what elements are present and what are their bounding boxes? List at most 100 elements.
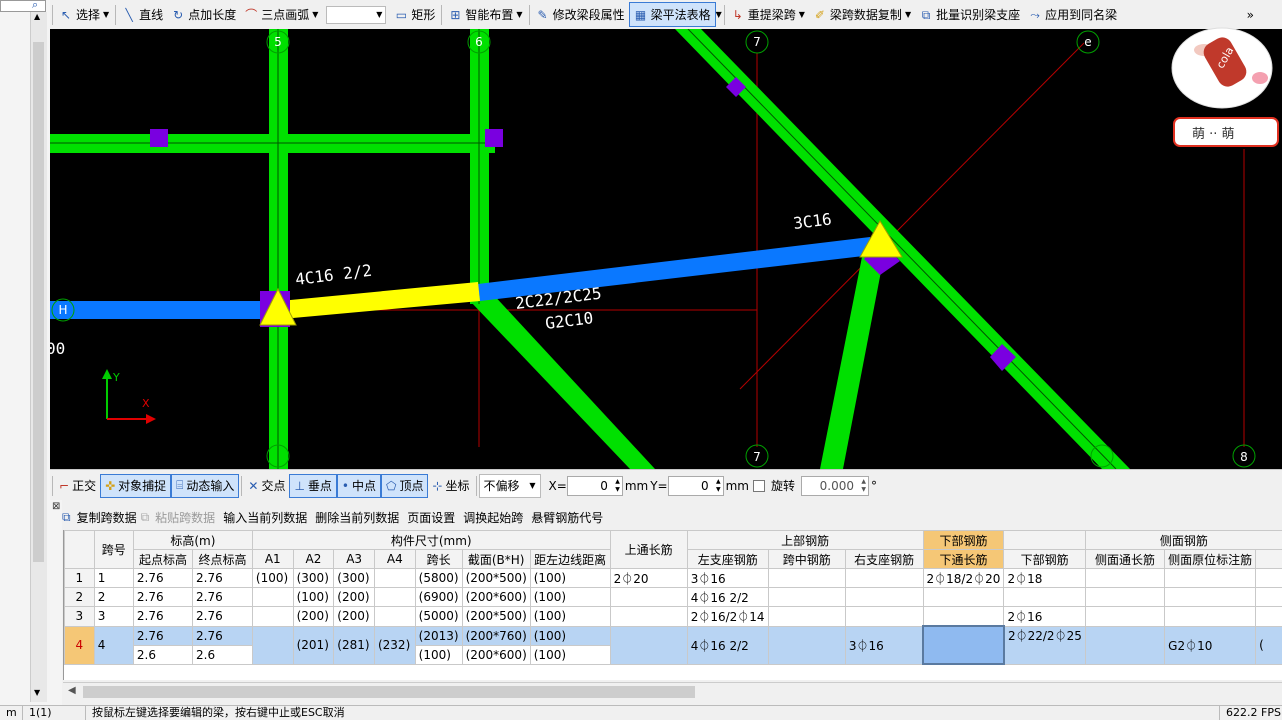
drawing-canvas[interactable]: 5 6 7 e H 7 8 3C16 4C16 2/2 2C22/2C25 G2… bbox=[50, 29, 1282, 469]
hscroll-thumb[interactable] bbox=[83, 686, 695, 698]
cell-section[interactable]: (200*500) bbox=[462, 569, 530, 588]
cell-span-length[interactable]: (2013) bbox=[415, 626, 462, 645]
cell-bottom-through[interactable] bbox=[923, 588, 1004, 607]
cell-bottom-through[interactable]: 2⏀18/2⏀20 bbox=[923, 569, 1004, 588]
intersection-snap[interactable]: ✕交点 bbox=[244, 475, 289, 497]
row-number[interactable]: 2 bbox=[65, 588, 95, 607]
cell-end-elev[interactable]: 2.76 bbox=[193, 588, 253, 607]
cell-span-length[interactable]: (6900) bbox=[415, 588, 462, 607]
cell-bottom[interactable] bbox=[1004, 588, 1085, 607]
cell-right-support[interactable] bbox=[845, 607, 923, 627]
cell-a1[interactable] bbox=[252, 607, 293, 627]
smart-layout-button[interactable]: ⊞智能布置▼ bbox=[444, 3, 526, 26]
swap-start-span-button[interactable]: 调换起始跨 bbox=[459, 509, 527, 526]
cell-start-elev[interactable]: 2.76 bbox=[133, 588, 192, 607]
col-left-distance[interactable]: 距左边线距离 bbox=[530, 550, 610, 569]
col-a3[interactable]: A3 bbox=[334, 550, 375, 569]
point-length-button[interactable]: ↻点加长度 bbox=[167, 3, 240, 26]
dropdown-arrow-icon[interactable]: ▼ bbox=[376, 10, 382, 19]
rotate-input[interactable]: 0.000 bbox=[801, 476, 869, 496]
cell-a4[interactable] bbox=[374, 569, 415, 588]
col-left-support[interactable]: 左支座钢筋 bbox=[687, 550, 768, 569]
header-span[interactable]: 跨号 bbox=[94, 531, 133, 569]
page-setup-button[interactable]: 页面设置 bbox=[403, 509, 459, 526]
cell-a4[interactable] bbox=[374, 607, 415, 627]
cell-end-elev[interactable]: 2.6 bbox=[193, 645, 253, 664]
cell-section[interactable]: (200*500) bbox=[462, 607, 530, 627]
cell-mid-span[interactable] bbox=[768, 569, 845, 588]
cell-a1[interactable] bbox=[252, 626, 293, 664]
col-side-in-situ[interactable]: 侧面原位标注筋 bbox=[1165, 550, 1256, 569]
dynamic-input-toggle[interactable]: ⌸动态输入 bbox=[171, 474, 239, 498]
cell-extra[interactable]: ( bbox=[1256, 626, 1282, 664]
cell-side-in-situ[interactable] bbox=[1165, 569, 1256, 588]
col-a2[interactable]: A2 bbox=[293, 550, 334, 569]
coordinate-snap[interactable]: ⊹坐标 bbox=[428, 475, 473, 497]
cell-left-support[interactable]: 2⏀16/2⏀14 bbox=[687, 607, 768, 627]
dropdown-arrow-icon[interactable]: ▼ bbox=[799, 10, 805, 19]
cell-mid-span[interactable] bbox=[768, 588, 845, 607]
cell-a2[interactable]: (201) bbox=[293, 626, 334, 664]
cell-left-distance[interactable]: (100) bbox=[530, 588, 610, 607]
cell-a1[interactable] bbox=[252, 588, 293, 607]
delete-column-button[interactable]: 删除当前列数据 bbox=[311, 509, 403, 526]
mascot-widget[interactable]: cola 萌 ·· 萌 bbox=[1150, 18, 1280, 148]
cell-span[interactable]: 4 bbox=[94, 626, 133, 664]
cell-side-through[interactable] bbox=[1085, 607, 1164, 627]
col-start-elev[interactable]: 起点标高 bbox=[133, 550, 192, 569]
cell-bottom-through-active[interactable] bbox=[923, 626, 1004, 664]
scroll-up-icon[interactable]: ▲ bbox=[34, 12, 40, 21]
cell-a2[interactable]: (100) bbox=[293, 588, 334, 607]
cell-mid-span[interactable] bbox=[768, 626, 845, 664]
col-end-elev[interactable]: 终点标高 bbox=[193, 550, 253, 569]
cell-bottom[interactable]: 2⏀16 bbox=[1004, 607, 1085, 627]
ortho-toggle[interactable]: ⌐正交 bbox=[55, 475, 100, 497]
cell-end-elev[interactable]: 2.76 bbox=[193, 569, 253, 588]
cell-a2[interactable]: (300) bbox=[293, 569, 334, 588]
left-scrollbar[interactable]: ▲ ▼ bbox=[30, 12, 47, 702]
cell-side-in-situ[interactable]: G2⏀10 bbox=[1165, 626, 1256, 664]
cell-left-distance[interactable]: (100) bbox=[530, 569, 610, 588]
col-side-through[interactable]: 侧面通长筋 bbox=[1085, 550, 1164, 569]
reextract-span-button[interactable]: ↳重提梁跨▼ bbox=[727, 3, 809, 26]
rotate-checkbox[interactable] bbox=[753, 480, 765, 492]
cell-top-through[interactable] bbox=[610, 588, 687, 607]
cell-start-elev[interactable]: 2.6 bbox=[133, 645, 192, 664]
col-section[interactable]: 截面(B*H) bbox=[462, 550, 530, 569]
input-column-button[interactable]: 输入当前列数据 bbox=[219, 509, 311, 526]
cell-a3[interactable]: (200) bbox=[334, 588, 375, 607]
cell-left-distance[interactable]: (100) bbox=[530, 607, 610, 627]
cell-a2[interactable]: (200) bbox=[293, 607, 334, 627]
scroll-left-icon[interactable]: ◀ bbox=[68, 685, 76, 696]
table-row[interactable]: 2 2 2.76 2.76 (100) (200) (6900) (200*60… bbox=[65, 588, 1282, 607]
cell-right-support[interactable]: 3⏀16 bbox=[845, 626, 923, 664]
dropdown-arrow-icon[interactable]: ▼ bbox=[905, 10, 911, 19]
cell-side-through[interactable] bbox=[1085, 626, 1164, 664]
offset-mode-select[interactable]: 不偏移▼ bbox=[479, 474, 541, 498]
cell-side-through[interactable] bbox=[1085, 588, 1164, 607]
row-number[interactable]: 4 bbox=[65, 626, 95, 664]
col-mid-span[interactable]: 跨中钢筋 bbox=[768, 550, 845, 569]
col-bottom[interactable]: 下部钢筋 bbox=[1004, 550, 1085, 569]
col-right-support[interactable]: 右支座钢筋 bbox=[845, 550, 923, 569]
cell-top-through[interactable] bbox=[610, 626, 687, 664]
cell-span-length[interactable]: (5000) bbox=[415, 607, 462, 627]
cell-end-elev[interactable]: 2.76 bbox=[193, 626, 253, 645]
copy-span-data-button[interactable]: 复制跨数据 bbox=[73, 509, 141, 526]
cell-section[interactable]: (200*600) bbox=[462, 645, 530, 664]
cell-span-length[interactable]: (5800) bbox=[415, 569, 462, 588]
cell-mid-span[interactable] bbox=[768, 607, 845, 627]
cell-end-elev[interactable]: 2.76 bbox=[193, 607, 253, 627]
cell-a1[interactable]: (100) bbox=[252, 569, 293, 588]
row-number[interactable]: 3 bbox=[65, 607, 95, 627]
cell-side-in-situ[interactable] bbox=[1165, 607, 1256, 627]
cell-left-support[interactable]: 4⏀16 2/2 bbox=[687, 588, 768, 607]
edit-beam-segment-button[interactable]: ✎修改梁段属性 bbox=[532, 3, 629, 26]
cell-bottom[interactable]: 2⏀22/2⏀25 bbox=[1004, 626, 1085, 664]
cell-a4[interactable]: (232) bbox=[374, 626, 415, 664]
cell-a3[interactable]: (281) bbox=[334, 626, 375, 664]
cell-span[interactable]: 3 bbox=[94, 607, 133, 627]
dropdown-arrow-icon[interactable]: ▼ bbox=[716, 10, 722, 19]
cell-start-elev[interactable]: 2.76 bbox=[133, 607, 192, 627]
col-a4[interactable]: A4 bbox=[374, 550, 415, 569]
